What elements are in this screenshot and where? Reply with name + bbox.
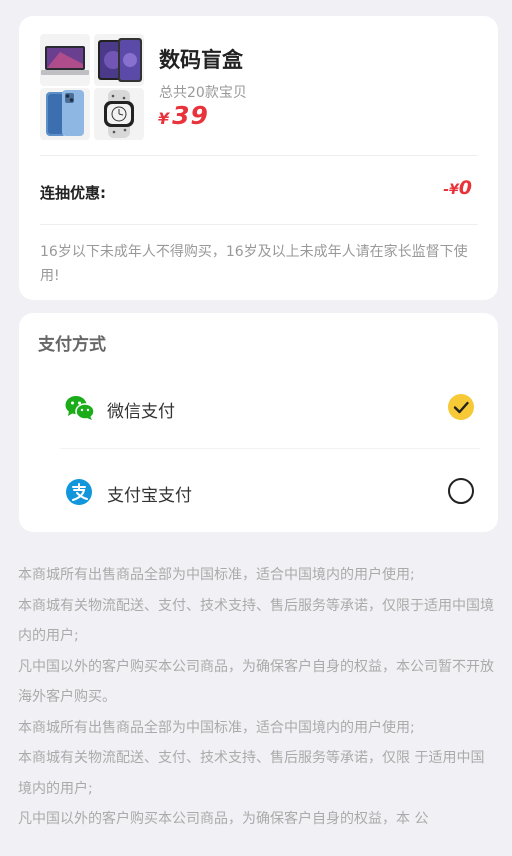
payment-label-alipay: 支付宝支付 [107, 486, 192, 506]
discount-label: 连抽优惠: [40, 184, 106, 202]
alipay-icon [65, 478, 95, 506]
discount-value: -¥0 [443, 177, 472, 199]
notice-line: 凡中国以外的客户购买本公司商品，为确保客户自身的权益，本 公 [18, 811, 429, 827]
divider [40, 155, 478, 156]
product-thumbnails [40, 34, 144, 140]
purchase-notice: 本商城所有出售商品全部为中国标准，适合中国境内的用户使用; 本商城有关物流配送、… [18, 560, 496, 835]
notice-line: 本商城有关物流配送、支付、技术支持、售后服务等承诺，仅限于适用中国境内的用户; [18, 597, 494, 645]
payment-option-alipay[interactable]: 支付宝支付 [19, 462, 498, 522]
radio-checked[interactable] [448, 394, 474, 420]
divider [40, 224, 478, 225]
notice-line: 本商城有关物流配送、支付、技术支持、售后服务等承诺，仅限 于适用中国境内的用户; [18, 750, 485, 797]
payment-title: 支付方式 [38, 335, 106, 355]
watch-icon [94, 88, 144, 140]
tablet-icon [94, 34, 144, 86]
discount-amount: 0 [458, 177, 472, 199]
payment-label-wechat: 微信支付 [107, 402, 175, 422]
price-value: 39 [172, 101, 209, 130]
discount-symbol: -¥ [443, 182, 459, 198]
wechat-icon [65, 394, 95, 422]
product-title: 数码盲盒 [159, 48, 243, 72]
payment-option-wechat[interactable]: 微信支付 [19, 378, 498, 438]
notice-line: 凡中国以外的客户购买本公司商品，为确保客户自身的权益，本公司暂不开放海外客户购买… [18, 658, 494, 706]
product-subtitle: 总共20款宝贝 [159, 85, 247, 101]
divider [60, 448, 480, 449]
radio-unchecked[interactable] [448, 478, 474, 504]
product-price: ¥39 [158, 101, 209, 130]
price-currency: ¥ [158, 109, 171, 128]
check-icon [453, 401, 469, 414]
age-restriction-note: 16岁以下未成年人不得购买，16岁及以上未成年人请在家长监督下使用! [40, 244, 468, 284]
notice-line: 本商城所有出售商品全部为中国标准，适合中国境内的用户使用; [18, 719, 415, 736]
phone-icon [40, 88, 90, 140]
laptop-icon [40, 34, 90, 86]
notice-line: 本商城所有出售商品全部为中国标准，适合中国境内的用户使用; [18, 567, 415, 583]
